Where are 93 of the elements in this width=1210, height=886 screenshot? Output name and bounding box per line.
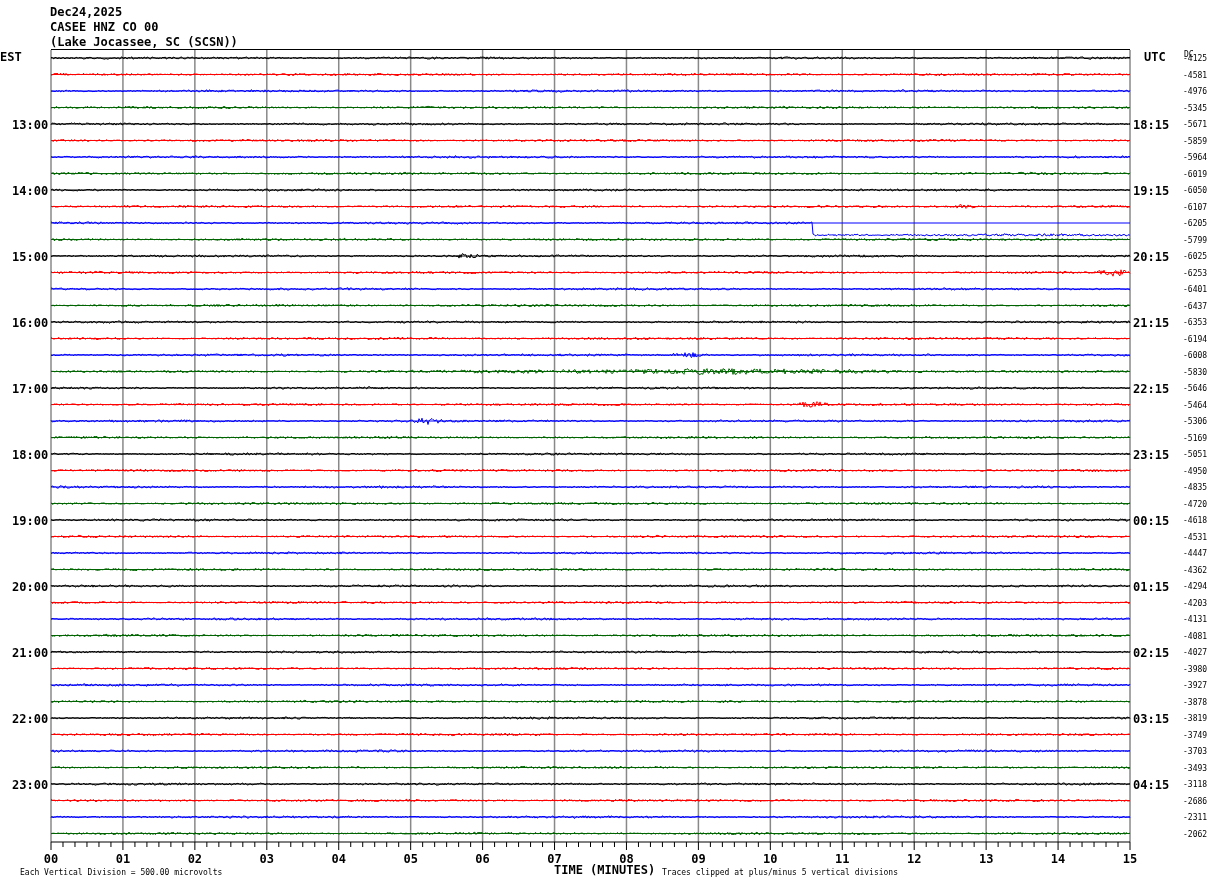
hour-label: 21:15 [1133, 316, 1170, 330]
dc-offset: -3493 [1183, 763, 1208, 773]
dc-offset: -6107 [1183, 202, 1208, 212]
dc-offset: -4027 [1183, 648, 1208, 657]
dc-offset: -3749 [1183, 730, 1208, 740]
dc-offset: -5799 [1183, 235, 1208, 245]
hour-label: 17:00 [12, 382, 49, 396]
minute-label: 15 [1122, 852, 1138, 866]
minute-label: 14 [1050, 852, 1066, 866]
dc-offset: -6353 [1183, 318, 1208, 327]
hour-label: 18:15 [1133, 118, 1170, 132]
minute-label: 04 [331, 852, 346, 866]
dc-offset: -3980 [1183, 664, 1208, 674]
minute-label: 03 [259, 852, 275, 866]
dc-offset: -4081 [1183, 631, 1208, 641]
dc-offset: -4531 [1183, 532, 1208, 542]
dc-offset: -6008 [1183, 351, 1208, 360]
hour-label: 23:00 [12, 778, 49, 792]
hour-label: 19:00 [12, 514, 49, 528]
hour-label: 19:15 [1133, 184, 1170, 198]
station-location: (Lake Jocassee, SC (SCSN)) [50, 35, 238, 49]
dc-offset: -4581 [1183, 70, 1208, 80]
hour-label: 16:00 [12, 316, 49, 330]
dc-offset: -5345 [1183, 103, 1208, 113]
clip-note: Traces clipped at plus/minus 5 vertical divisions [662, 868, 898, 877]
hour-label: 20:15 [1133, 250, 1170, 264]
dc-offset: -4447 [1183, 549, 1208, 558]
hour-label: 02:15 [1133, 646, 1170, 660]
dc-offset: -6253 [1183, 268, 1208, 278]
dc-offset: -6401 [1183, 285, 1208, 294]
dc-offset: -6194 [1183, 334, 1208, 344]
hour-label: 14:00 [12, 184, 49, 198]
dc-offset: -6437 [1183, 301, 1208, 311]
dc-offset: -4294 [1183, 582, 1208, 591]
dc-offset: -6205 [1183, 219, 1208, 228]
minute-label: 13 [978, 852, 994, 866]
dc-offset: -2311 [1183, 813, 1208, 822]
dc-offset: -3927 [1183, 681, 1208, 690]
dc-offset: -5051 [1183, 450, 1208, 459]
hour-label: 00:15 [1133, 514, 1170, 528]
hour-label: 22:15 [1133, 382, 1170, 396]
timezone-label: EST [0, 50, 22, 64]
dc-offset: -3819 [1183, 714, 1208, 723]
dc-offset: -2062 [1183, 829, 1208, 839]
axis-title: TIME (MINUTES) [554, 863, 656, 877]
dc-offset: -6025 [1183, 252, 1208, 261]
dc-offset: -2686 [1183, 796, 1208, 806]
dc-offset: -4131 [1183, 615, 1208, 624]
timezone-label: UTC [1144, 50, 1166, 64]
dc-offset: -3878 [1183, 697, 1208, 707]
hour-label: 20:00 [12, 580, 49, 594]
minute-label: 11 [835, 852, 850, 866]
dc-offset: -5169 [1183, 433, 1208, 443]
minute-label: 08 [619, 852, 634, 866]
hour-label: 01:15 [1133, 580, 1170, 594]
dc-offset: -5964 [1183, 153, 1208, 162]
minute-label: 09 [691, 852, 706, 866]
hour-label: 04:15 [1133, 778, 1170, 792]
dc-offset: -4950 [1183, 466, 1208, 476]
dc-offset: -4203 [1183, 598, 1208, 608]
minute-label: 12 [906, 852, 922, 866]
dc-offset: -3118 [1183, 780, 1208, 789]
dc-offset: -6019 [1183, 169, 1208, 179]
dc-offset: -4618 [1183, 516, 1208, 525]
hour-label: 15:00 [12, 250, 49, 264]
dc-offset: -5646 [1183, 384, 1208, 393]
hour-label: 21:00 [12, 646, 49, 660]
dc-offset: -4976 [1183, 87, 1208, 96]
dc-offset: -6050 [1183, 186, 1208, 195]
hour-label: 03:15 [1133, 712, 1170, 726]
station-code: CASEE HNZ CO 00 [50, 20, 159, 34]
plot-date: Dec24,2025 [50, 5, 123, 19]
hour-label: 18:00 [12, 448, 49, 462]
hour-label: 22:00 [12, 712, 49, 726]
minute-label: 07 [547, 852, 562, 866]
hour-label: 23:15 [1133, 448, 1170, 462]
minute-label: 06 [475, 852, 490, 866]
dc-offset: -4835 [1183, 483, 1208, 492]
minute-label: 01 [115, 852, 131, 866]
minute-label: 02 [187, 852, 203, 866]
dc-offset: -3703 [1183, 747, 1208, 756]
dc-offset: -5306 [1183, 417, 1208, 426]
scale-note: Each Vertical Division = 500.00 microvolts [20, 868, 223, 877]
dc-offset: -5671 [1183, 120, 1208, 129]
dc-offset: -4720 [1183, 499, 1208, 509]
minute-label: 10 [763, 852, 778, 866]
minute-label: 05 [403, 852, 418, 866]
dc-offset: -5859 [1183, 136, 1208, 146]
minute-label: 00 [43, 852, 59, 866]
hour-label: 13:00 [12, 118, 49, 132]
dc-offset: -5830 [1183, 367, 1208, 377]
dc-offset: -5464 [1183, 400, 1208, 410]
dc-offset: -4362 [1183, 565, 1208, 575]
